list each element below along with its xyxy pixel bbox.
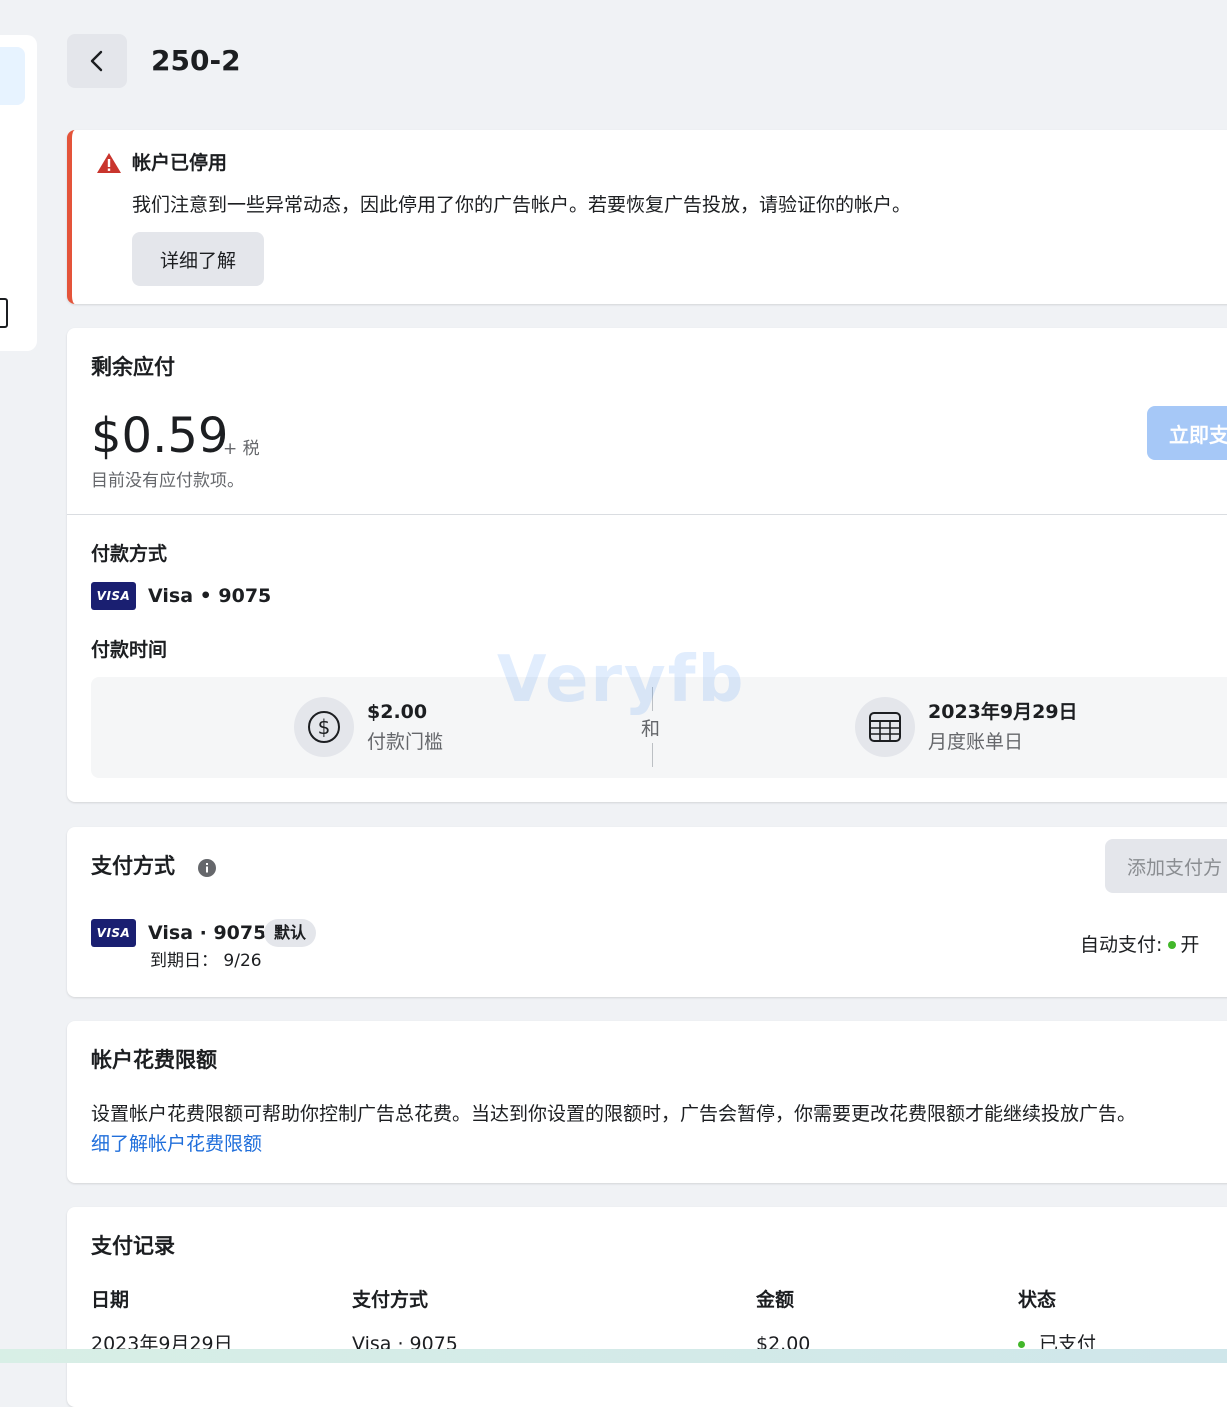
threshold-value: $2.00 [367,701,428,723]
payment-card-label: Visa • 9075 [148,585,272,607]
info-icon[interactable] [198,859,216,877]
and-divider-top [652,687,653,711]
chevron-left-icon [90,50,103,72]
column-header-status[interactable]: 状态 [1018,1287,1056,1313]
left-nav-panel [0,35,37,351]
payment-methods-title: 支付方式 [91,854,175,878]
column-header-date[interactable]: 日期 [91,1287,129,1313]
back-button[interactable] [67,34,127,88]
spending-limit-card: 帐户花费限额 设置帐户花费限额可帮助你控制广告总花费。当达到你设置的限额时，广告… [67,1021,1227,1183]
payment-time-title: 付款时间 [91,639,168,661]
left-nav-selected-item[interactable] [0,47,25,105]
default-badge: 默认 [264,919,317,947]
status-dot-icon [1168,941,1177,949]
and-text: 和 [641,718,661,740]
balance-amount: $0.59 [91,408,229,464]
and-divider-bottom [652,743,653,767]
payment-method-card-label: Visa · 9075 [148,922,267,944]
bill-date-value: 2023年9月29日 [928,701,1078,723]
visa-logo-icon: VISA [91,919,136,947]
payment-method-title: 付款方式 [91,543,168,565]
payment-methods-card: 支付方式 添加支付方 VISA Visa · 9075 默认 到期日： 9/26… [67,827,1227,997]
account-disabled-alert: 帐户已停用 我们注意到一些异常动态，因此停用了你的广告帐户。若要恢复广告投放，请… [67,130,1227,304]
payment-schedule-box: $ $2.00 付款门槛 和 2023年9月29日 月度账单日 [91,677,1227,778]
balance-title: 剩余应付 [91,355,175,379]
threshold-label: 付款门槛 [367,731,444,753]
card-expiry: 到期日： 9/26 [150,951,262,971]
column-header-method[interactable]: 支付方式 [352,1287,428,1313]
svg-text:$: $ [318,715,331,739]
calendar-icon [855,697,915,757]
section-divider [67,514,1227,515]
remaining-balance-card: 剩余应付 $0.59 + 税 目前没有应付款项。 立即支 付款方式 VISA V… [67,328,1227,802]
visa-logo-icon: VISA [91,582,136,610]
spending-limit-description: 设置帐户花费限额可帮助你控制广告总花费。当达到你设置的限额时，广告会暂停，你需要… [91,1103,1137,1125]
payment-history-card: 支付记录 日期 支付方式 金额 状态 2023年9月29日 Visa · 907… [67,1207,1227,1407]
pay-now-button[interactable]: 立即支 [1147,406,1227,460]
dollar-circle-icon: $ [294,697,354,757]
page-title: 250-2 [151,44,241,77]
spending-limit-title: 帐户花费限额 [91,1048,217,1072]
payment-history-title: 支付记录 [91,1234,175,1258]
autopay-value: 开 [1180,934,1200,956]
spending-limit-learn-link[interactable]: 细了解帐户花费限额 [91,1129,262,1159]
column-header-amount[interactable]: 金额 [756,1287,794,1313]
alert-message: 我们注意到一些异常动态，因此停用了你的广告帐户。若要恢复广告投放，请验证你的帐户… [132,194,912,216]
alert-title: 帐户已停用 [132,152,228,174]
autopay-status: 自动支付: 开 [1080,932,1199,958]
add-payment-method-button[interactable]: 添加支付方 [1105,839,1227,893]
left-nav-icon-fragment[interactable] [0,298,8,328]
tax-label: + 税 [223,439,260,459]
no-due-text: 目前没有应付款项。 [91,471,244,491]
learn-more-button[interactable]: 详细了解 [132,232,264,286]
taskbar-strip [0,1349,1227,1363]
autopay-label: 自动支付: [1080,934,1163,956]
status-dot-icon [1018,1341,1025,1348]
warning-icon [97,153,121,173]
bill-date-label: 月度账单日 [928,731,1024,753]
